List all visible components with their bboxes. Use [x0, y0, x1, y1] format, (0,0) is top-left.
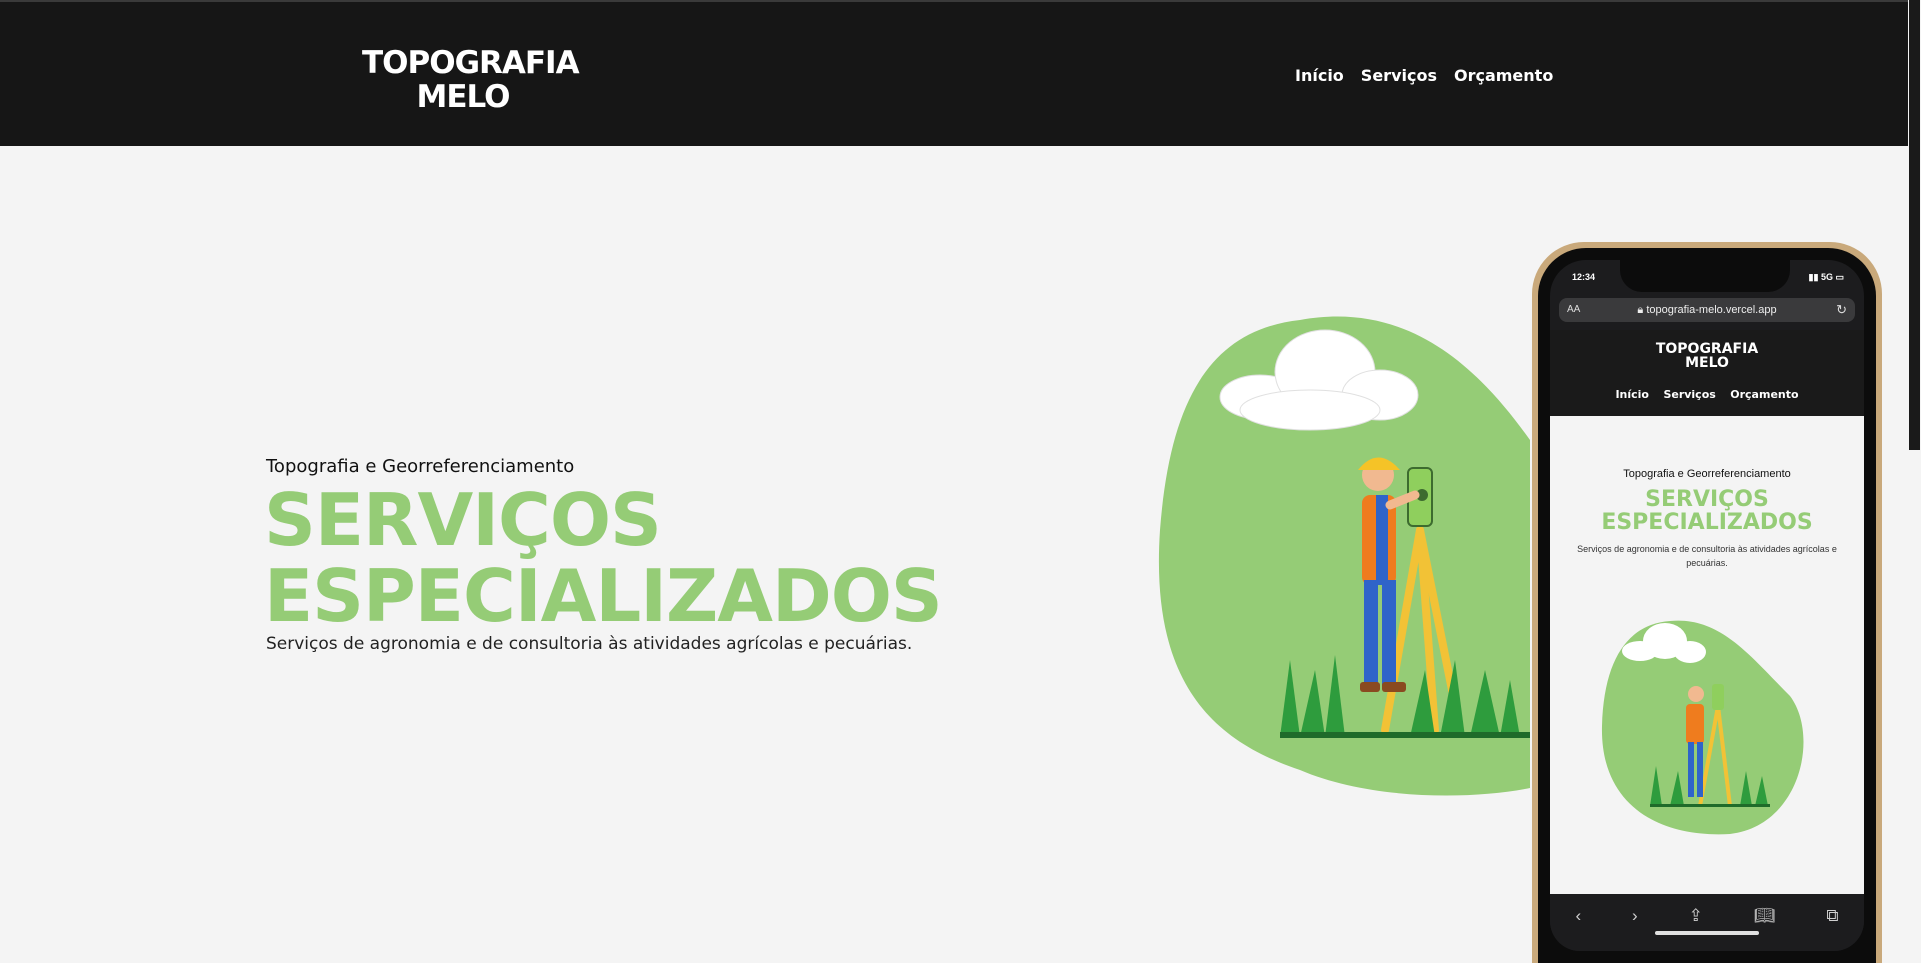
- mobile-hero: Topografia e Georreferenciamento SERVIÇO…: [1550, 416, 1864, 894]
- mobile-nav-servicos[interactable]: Serviços: [1663, 388, 1715, 401]
- site-logo[interactable]: TOPOGRAFIA MELO: [362, 45, 580, 115]
- mobile-nav: Início Serviços Orçamento: [1550, 385, 1864, 403]
- status-network: ▮▮ 5G ▭: [1808, 272, 1844, 282]
- mobile-header: TOPOGRAFIA MELO Início Serviços Orçament…: [1550, 330, 1864, 416]
- browser-url-bar[interactable]: AA 🔒︎ topografia-melo.vercel.app ↻: [1559, 298, 1855, 322]
- logo-line-1: TOPOGRAFIA: [362, 45, 580, 81]
- mobile-hero-description: Serviços de agronomia e de consultoria à…: [1577, 544, 1837, 568]
- nav-orcamento[interactable]: Orçamento: [1454, 66, 1553, 85]
- mobile-hero-subtitle: Topografia e Georreferenciamento: [1623, 468, 1791, 480]
- scrollbar-thumb[interactable]: [1909, 0, 1920, 450]
- browser-toolbar: ‹ › ⇪ 📖︎ ⧉: [1550, 894, 1864, 951]
- url-text: topografia-melo.vercel.app: [1646, 304, 1777, 316]
- bookmarks-icon[interactable]: 📖︎: [1754, 906, 1776, 926]
- status-time: 12:34: [1572, 272, 1596, 282]
- forward-icon[interactable]: ›: [1632, 906, 1638, 926]
- surveyor-illustration: [1158, 316, 1530, 796]
- phone-notch: [1620, 260, 1790, 292]
- nav-servicos[interactable]: Serviços: [1361, 66, 1437, 85]
- phone-mockup: 12:34 ▮▮ 5G ▭ AA 🔒︎ topografia-melo.verc…: [1532, 242, 1882, 963]
- page-scrollbar[interactable]: [1908, 0, 1921, 963]
- main-nav: Início Serviços Orçamento: [1295, 66, 1570, 85]
- hero-subtitle: Topografia e Georreferenciamento: [266, 456, 575, 477]
- hero-title-line-1: SERVIÇOS: [264, 478, 662, 562]
- logo-line-2: MELO: [416, 79, 510, 115]
- signal-icon: ▮▮: [1808, 272, 1819, 282]
- hero-title: SERVIÇOS ESPECIALIZADOS: [264, 478, 943, 638]
- phone-screen: 12:34 ▮▮ 5G ▭ AA 🔒︎ topografia-melo.verc…: [1550, 260, 1864, 951]
- back-icon[interactable]: ‹: [1575, 906, 1581, 926]
- mobile-hero-title: SERVIÇOS ESPECIALIZADOS: [1601, 487, 1813, 535]
- reload-icon[interactable]: ↻: [1836, 302, 1847, 318]
- lock-icon: 🔒︎: [1637, 304, 1644, 316]
- mobile-logo[interactable]: TOPOGRAFIA MELO: [1550, 342, 1864, 370]
- mobile-surveyor-illustration: [1601, 620, 1804, 835]
- hero-title-line-2: ESPECIALIZADOS: [264, 554, 943, 638]
- battery-icon: ▭: [1835, 272, 1844, 282]
- share-icon[interactable]: ⇪: [1689, 906, 1703, 926]
- mobile-nav-inicio[interactable]: Início: [1615, 388, 1649, 401]
- nav-inicio[interactable]: Início: [1295, 66, 1344, 85]
- mobile-nav-orcamento[interactable]: Orçamento: [1730, 388, 1798, 401]
- home-indicator: [1655, 931, 1759, 935]
- hero-description: Serviços de agronomia e de consultoria à…: [266, 634, 913, 654]
- tabs-icon[interactable]: ⧉: [1826, 906, 1838, 926]
- site-header: TOPOGRAFIA MELO Início Serviços Orçament…: [0, 0, 1908, 146]
